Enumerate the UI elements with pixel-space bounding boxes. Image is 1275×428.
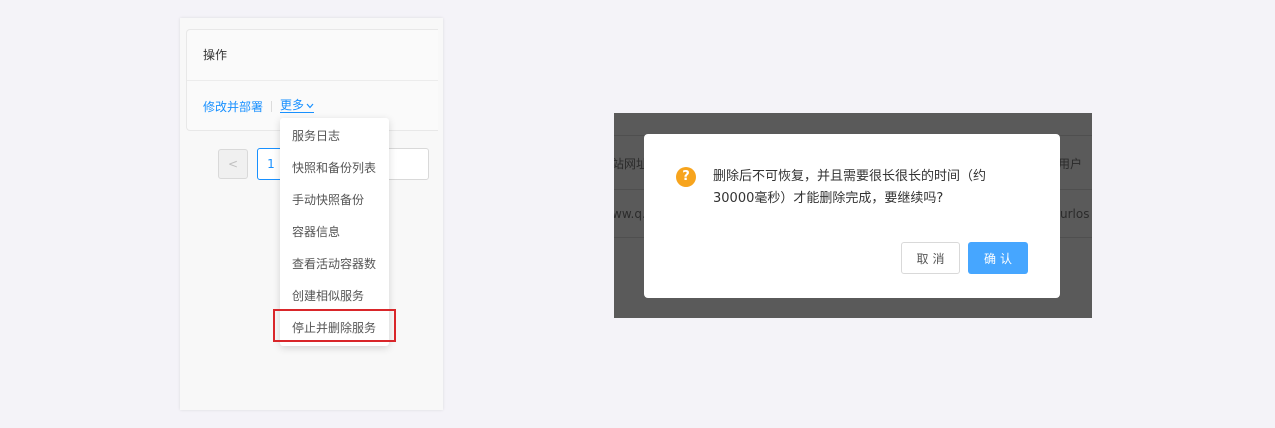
menu-item-container-info[interactable]: 容器信息 (280, 216, 389, 248)
more-dropdown-trigger[interactable]: 更多 (280, 98, 315, 113)
chevron-left-icon: < (227, 157, 239, 171)
chevron-down-icon (306, 103, 314, 108)
menu-item-snapshot-backup-list[interactable]: 快照和备份列表 (280, 152, 389, 184)
service-table-panel: 操作 修改并部署 更多 < 1 服务日志 快照和备份列表 手动快照备份 容器信息… (180, 18, 443, 410)
operations-column-header: 操作 (187, 30, 438, 81)
menu-item-service-logs[interactable]: 服务日志 (280, 120, 389, 152)
menu-item-manual-snapshot-backup[interactable]: 手动快照备份 (280, 184, 389, 216)
more-link-label: 更多 (280, 98, 305, 112)
menu-item-create-similar-service[interactable]: 创建相似服务 (280, 280, 389, 312)
confirm-overlay: 站网址 用户 ww.q.c urlos ? 删除后不可恢复，并且需要很长很长的时… (614, 113, 1092, 318)
link-divider (271, 100, 273, 112)
question-icon: ? (676, 167, 696, 187)
operations-table: 操作 修改并部署 更多 (186, 29, 438, 131)
cancel-button[interactable]: 取消 (901, 242, 960, 274)
prev-page-button[interactable]: < (218, 149, 248, 179)
background-header-fragment: 用户 (1058, 157, 1083, 171)
menu-item-active-containers[interactable]: 查看活动容器数 (280, 248, 389, 280)
background-header-fragment: 站网址 (614, 157, 649, 171)
dialog-message: 删除后不可恢复，并且需要很长很长的时间（约30000毫秒）才能删除完成，要继续吗… (713, 169, 987, 206)
highlight-box (273, 309, 396, 342)
confirm-button[interactable]: 确认 (968, 242, 1028, 274)
edit-and-deploy-link[interactable]: 修改并部署 (203, 98, 263, 115)
delete-confirm-dialog: ? 删除后不可恢复，并且需要很长很长的时间（约30000毫秒）才能删除完成，要继… (644, 134, 1060, 298)
background-cell-fragment: urlos (1060, 207, 1090, 221)
